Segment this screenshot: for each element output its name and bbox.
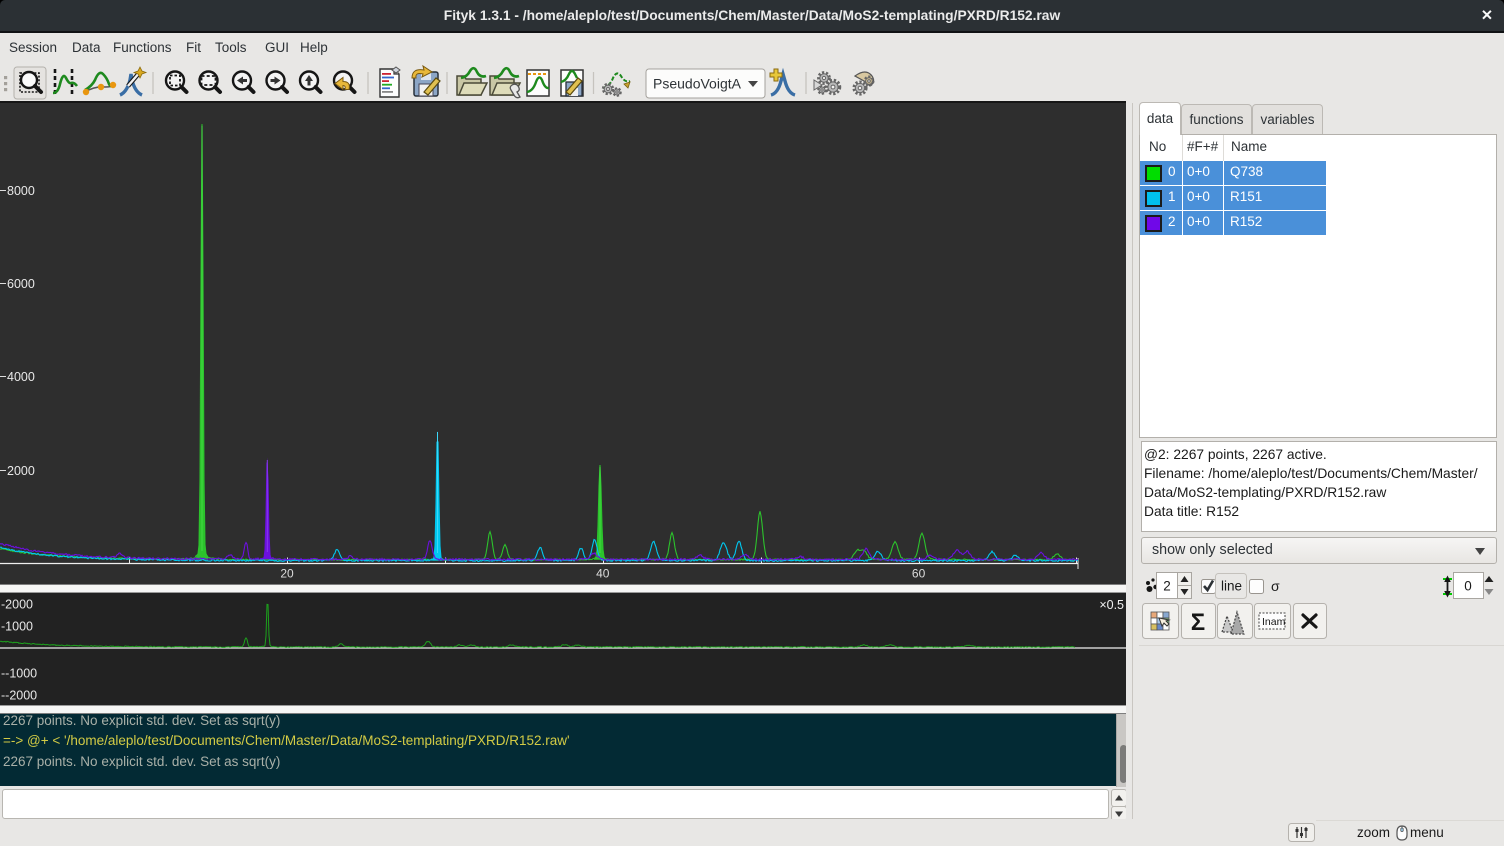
svg-text:4000: 4000 [7, 370, 35, 384]
svg-text:line: line [1221, 579, 1242, 594]
svg-text:0: 0 [1464, 579, 1472, 594]
svg-text:--2000: --2000 [1, 689, 37, 703]
svg-text:6000: 6000 [7, 277, 35, 291]
svg-text:×0.5: ×0.5 [1099, 598, 1124, 612]
svg-text:Σ: Σ [1191, 609, 1205, 636]
svg-text:-1000: -1000 [1, 620, 33, 634]
svg-text:20: 20 [280, 567, 294, 581]
svg-text:--1000: --1000 [1, 667, 37, 681]
svg-text:-2000: -2000 [1, 598, 33, 612]
svg-text:2000: 2000 [7, 464, 35, 478]
svg-text:60: 60 [912, 567, 926, 581]
svg-text:PseudoVoigtA: PseudoVoigtA [653, 76, 742, 92]
svg-text:Inam: Inam [1262, 616, 1286, 628]
svg-text:2: 2 [1163, 579, 1171, 594]
svg-text:σ: σ [1271, 578, 1280, 594]
svg-text:40: 40 [596, 567, 610, 581]
svg-text:8000: 8000 [7, 184, 35, 198]
